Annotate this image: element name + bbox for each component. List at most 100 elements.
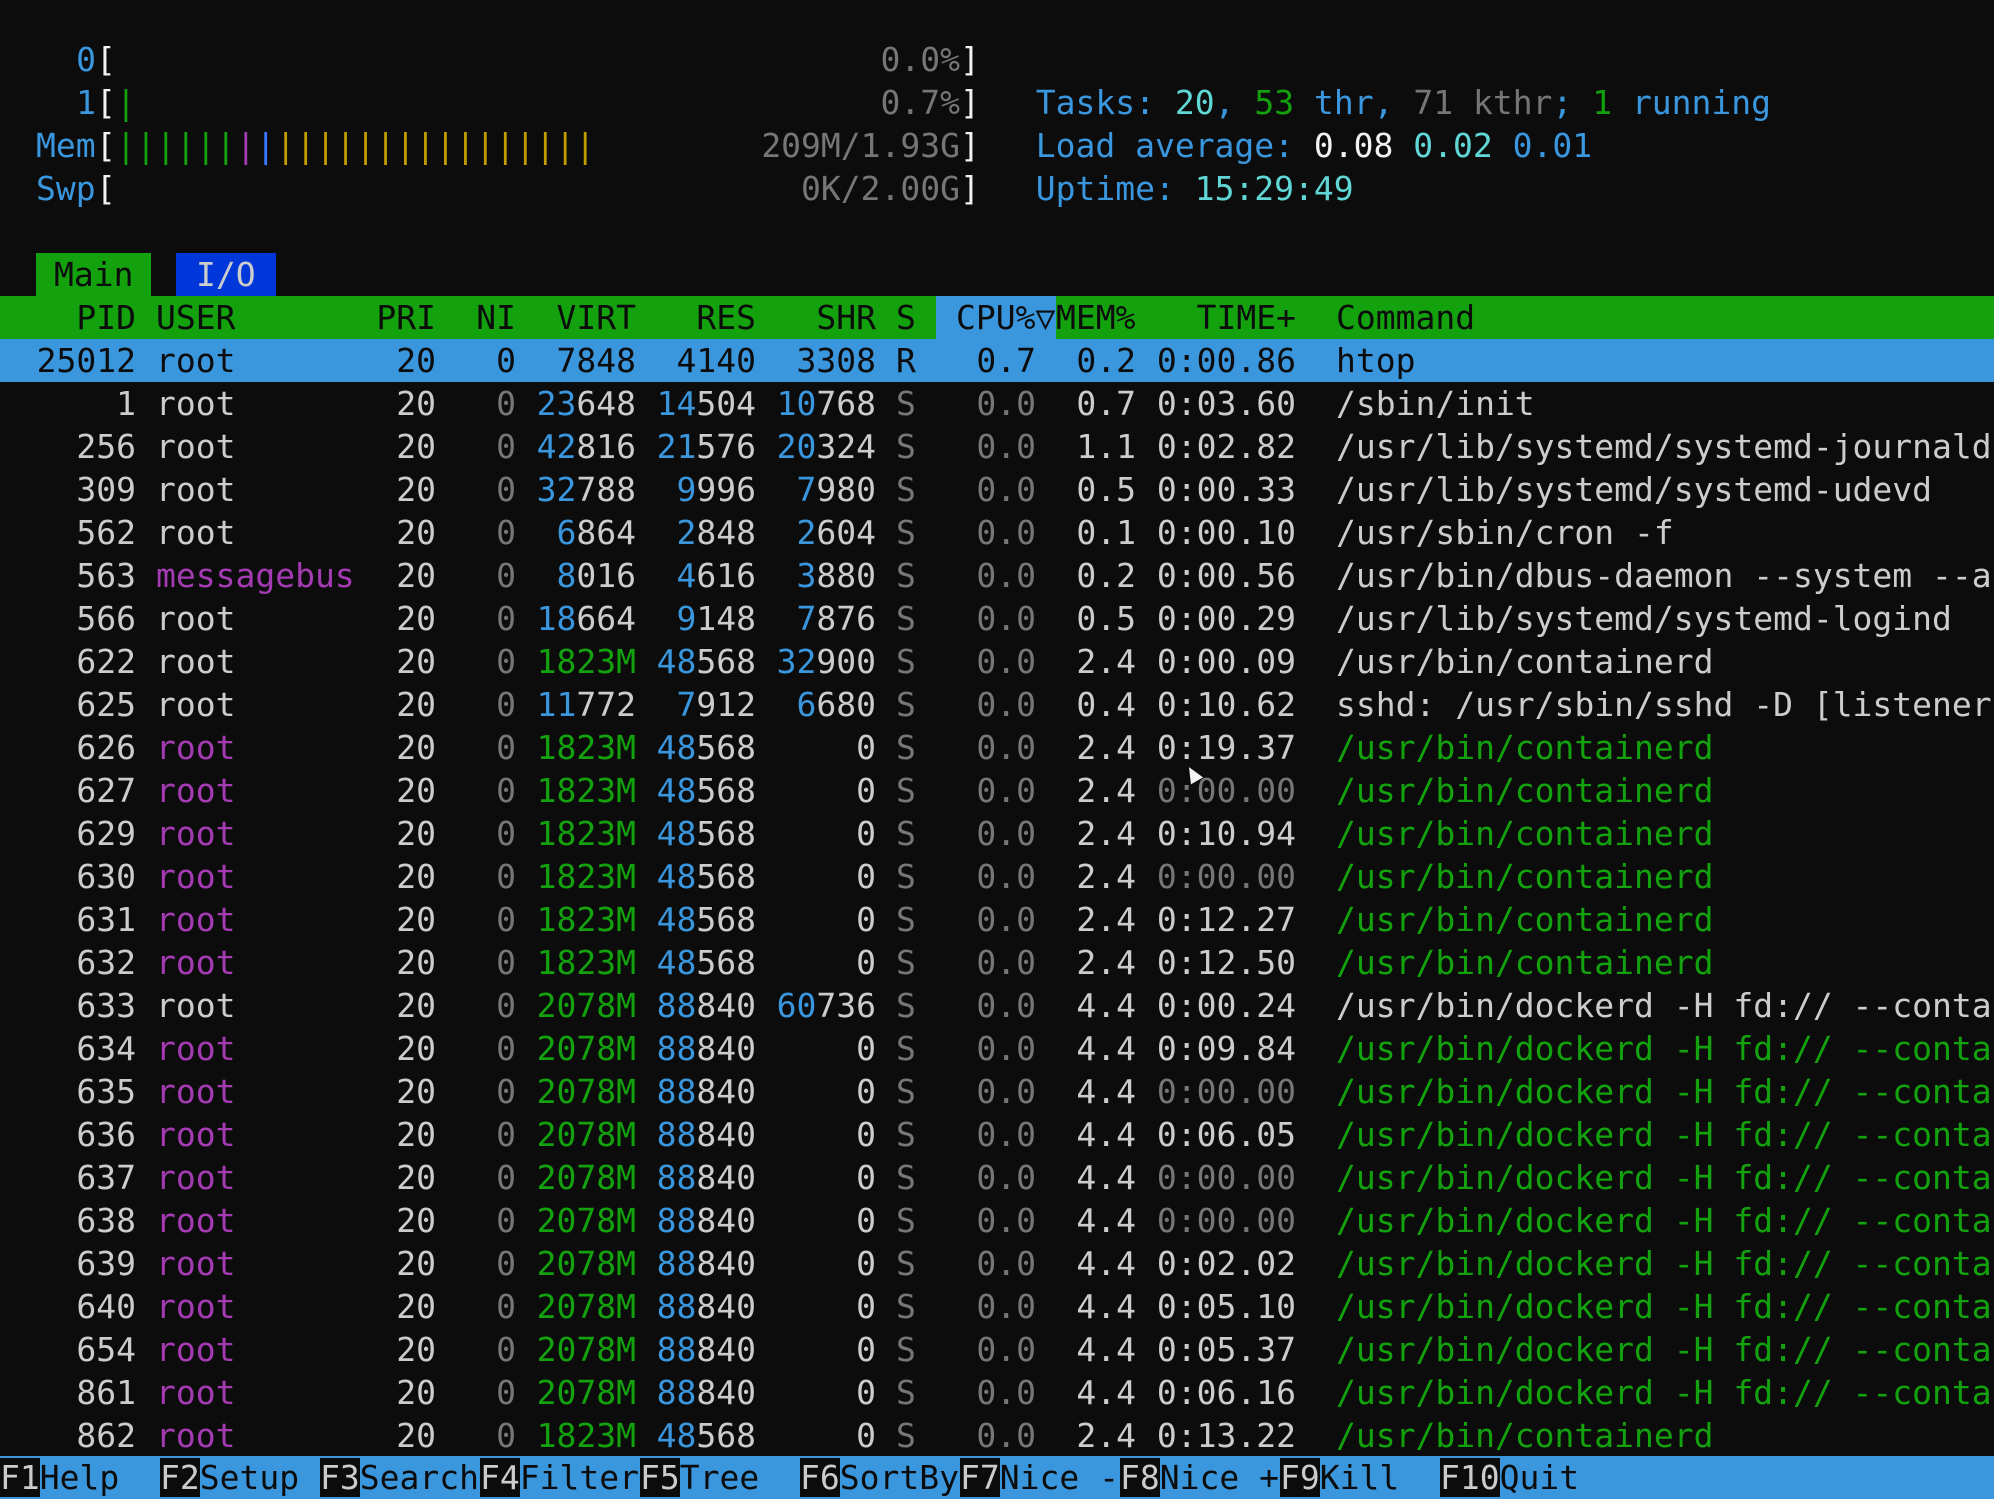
fkey-nice-button[interactable]: F8Nice +	[1120, 1456, 1279, 1499]
process-row[interactable]: 627 root 20 0 1823M 48568 0 S 0.0 2.4 0:00.00/usr/…	[0, 769, 1994, 812]
cpu-cell: 0.0	[976, 1330, 1036, 1369]
process-row[interactable]: 626 root 20 0 1823M 48568 0 S 0.0 2.4 0:19.37/usr/…	[0, 726, 1994, 769]
process-row[interactable]: 637 root 20 0 2078M 88840 0 S 0.0 4.4 0:00.00/usr/…	[0, 1156, 1994, 1199]
pid-cell: 626	[76, 728, 136, 767]
process-row[interactable]: 862 root 20 0 1823M 48568 0 S 0.0 2.4 0:13.22/usr/…	[0, 1414, 1994, 1457]
user-cell: root	[156, 642, 236, 681]
res-cell: 88840	[656, 1029, 756, 1068]
time-cell: 0:00.86	[1156, 341, 1296, 380]
process-row[interactable]: 640 root 20 0 2078M 88840 0 S 0.0 4.4 0:05.10/usr/…	[0, 1285, 1994, 1328]
fkey-help-button[interactable]: F1Help	[0, 1456, 119, 1499]
cpu-cell: 0.0	[976, 1029, 1036, 1068]
cpu-cell: 0.0	[976, 771, 1036, 810]
process-row[interactable]: 309 root 20 0 32788 9996 7980 S 0.0 0.5 0:00.33/us…	[0, 468, 1994, 511]
mem-cell: 0.2	[1076, 556, 1136, 595]
process-row[interactable]: 563 messagebus 20 0 8016 4616 3880 S 0.0 0.2 0:00.…	[0, 554, 1994, 597]
col-res[interactable]: RES	[636, 296, 756, 339]
col-pri[interactable]: PRI	[360, 296, 436, 339]
user-cell: root	[156, 341, 236, 380]
running-count: 1	[1592, 83, 1613, 122]
command-cell: /usr/bin/dockerd -H fd:// --conta	[1336, 1158, 1992, 1197]
cpu-cell: 0.0	[976, 642, 1036, 681]
virt-cell: 32788	[536, 470, 636, 509]
process-row[interactable]: 630 root 20 0 1823M 48568 0 S 0.0 2.4 0:00.00/usr/…	[0, 855, 1994, 898]
process-row[interactable]: 639 root 20 0 2078M 88840 0 S 0.0 4.4 0:02.02/usr/…	[0, 1242, 1994, 1285]
cpu-cell: 0.0	[976, 599, 1036, 638]
state-cell: S	[896, 986, 916, 1025]
process-row[interactable]: 634 root 20 0 2078M 88840 0 S 0.0 4.4 0:09.84/usr/…	[0, 1027, 1994, 1070]
mem-bracket-open: [	[96, 126, 116, 165]
process-row[interactable]: 256 root 20 0 42816 21576 20324 S 0.0 1.1 0:02.82 /…	[0, 425, 1994, 468]
cpu-cell: 0.0	[976, 470, 1036, 509]
process-row[interactable]: 1 root 20 0 23648 14504 10768 S 0.0 0.7 0:03.60/sb…	[0, 382, 1994, 425]
col-command[interactable]: Command	[1336, 296, 1475, 339]
pri-cell: 20	[396, 1287, 436, 1326]
fkey-sortby-button[interactable]: F6SortBy	[800, 1456, 959, 1499]
cpu-cell: 0.0	[976, 1287, 1036, 1326]
fkey-label: Quit	[1499, 1458, 1580, 1497]
fkey-number: F9	[1280, 1458, 1320, 1497]
shr-cell: 2604	[796, 513, 876, 552]
col-virt[interactable]: VIRT	[516, 296, 636, 339]
process-row[interactable]: 622 root 20 0 1823M 48568 32900 S 0.0 2.4 0:00.09 /…	[0, 640, 1994, 683]
process-row[interactable]: 25012 root 20 0 7848 4140 3308 R 0.7 0.2 0:00.86 ht…	[0, 339, 1994, 382]
pri-cell: 20	[396, 1072, 436, 1111]
fkey-filter-button[interactable]: F4Filter	[480, 1456, 639, 1499]
cpu-cell: 0.0	[976, 427, 1036, 466]
col-time[interactable]: TIME+	[1156, 296, 1296, 339]
mem-cell: 2.4	[1076, 1416, 1136, 1455]
process-row[interactable]: 635 root 20 0 2078M 88840 0 S 0.0 4.4 0:00.00/usr/…	[0, 1070, 1994, 1113]
state-cell: S	[896, 900, 916, 939]
col-ni[interactable]: NI	[456, 296, 516, 339]
process-row[interactable]: 631 root 20 0 1823M 48568 0 S 0.0 2.4 0:12.27/usr/…	[0, 898, 1994, 941]
user-cell: root	[156, 900, 236, 939]
command-cell: /usr/bin/dockerd -H fd:// --conta	[1336, 1201, 1992, 1240]
process-row[interactable]: 629 root 20 0 1823M 48568 0 S 0.0 2.4 0:10.94/usr/…	[0, 812, 1994, 855]
col-pid[interactable]: PID	[0, 296, 136, 339]
process-row[interactable]: 632 root 20 0 1823M 48568 0 S 0.0 2.4 0:12.50/usr/…	[0, 941, 1994, 984]
process-row[interactable]: 633 root 20 0 2078M 88840 60736 S 0.0 4.4 0:00.24 /…	[0, 984, 1994, 1027]
fkey-search-button[interactable]: F3Search	[320, 1456, 479, 1499]
fkey-tree-button[interactable]: F5Tree	[640, 1456, 759, 1499]
col-state[interactable]: S	[896, 296, 916, 339]
fkey-label: Kill	[1319, 1458, 1400, 1497]
user-cell: root	[156, 943, 236, 982]
col-mem[interactable]: MEM%	[1056, 296, 1135, 339]
process-row[interactable]: 625 root 20 0 11772 7912 6680 S 0.0 0.4 0:10.62 ssh…	[0, 683, 1994, 726]
pri-cell: 20	[396, 943, 436, 982]
tab-io[interactable]: I/O	[176, 253, 276, 296]
shr-cell: 6680	[796, 685, 876, 724]
fkey-kill-button[interactable]: F9Kill	[1280, 1456, 1399, 1499]
pri-cell: 20	[396, 1373, 436, 1412]
fkey-setup-button[interactable]: F2Setup	[160, 1456, 299, 1499]
col-shr[interactable]: SHR	[756, 296, 876, 339]
mem-cell: 0.1	[1076, 513, 1136, 552]
process-row[interactable]: 566 root 20 0 18664 9148 7876 S 0.0 0.5 0:00.29/us…	[0, 597, 1994, 640]
time-cell: 0:02.02	[1156, 1244, 1296, 1283]
col-cpu-sorted[interactable]: CPU%▽	[936, 296, 1056, 339]
ni-cell: 0	[496, 1115, 516, 1154]
fkey-nice-button[interactable]: F7Nice -	[960, 1456, 1119, 1499]
res-cell: 48568	[656, 900, 756, 939]
res-cell: 48568	[656, 728, 756, 767]
process-row[interactable]: 861 root 20 0 2078M 88840 0 S 0.0 4.4 0:06.16/usr/…	[0, 1371, 1994, 1414]
tab-main[interactable]: Main	[36, 253, 152, 296]
process-row[interactable]: 654 root 20 0 2078M 88840 0 S 0.0 4.4 0:05.37/usr/…	[0, 1328, 1994, 1371]
pri-cell: 20	[396, 1029, 436, 1068]
mem-cell: 1.1	[1076, 427, 1136, 466]
time-cell: 0:00.00	[1156, 1158, 1296, 1197]
swp-value: 0K/2.00G	[801, 169, 960, 208]
res-cell: 48568	[656, 642, 756, 681]
pid-cell: 256	[76, 427, 136, 466]
load-average-line: Load average: 0.08 0.02 0.01	[996, 81, 1592, 165]
process-row[interactable]: 636 root 20 0 2078M 88840 0 S 0.0 4.4 0:06.05/usr/…	[0, 1113, 1994, 1156]
process-row[interactable]: 638 root 20 0 2078M 88840 0 S 0.0 4.4 0:00.00/usr/…	[0, 1199, 1994, 1242]
res-cell: 88840	[656, 1287, 756, 1326]
process-row[interactable]: 562 root 20 0 6864 2848 2604 S 0.0 0.1 0:00.10/usr…	[0, 511, 1994, 554]
time-cell: 0:00.00	[1156, 1201, 1296, 1240]
col-user[interactable]: USER	[156, 296, 235, 339]
state-cell: S	[896, 1115, 916, 1154]
fkey-quit-button[interactable]: F10Quit	[1440, 1456, 1579, 1499]
state-cell: S	[896, 427, 916, 466]
virt-cell: 2078M	[536, 1244, 636, 1283]
